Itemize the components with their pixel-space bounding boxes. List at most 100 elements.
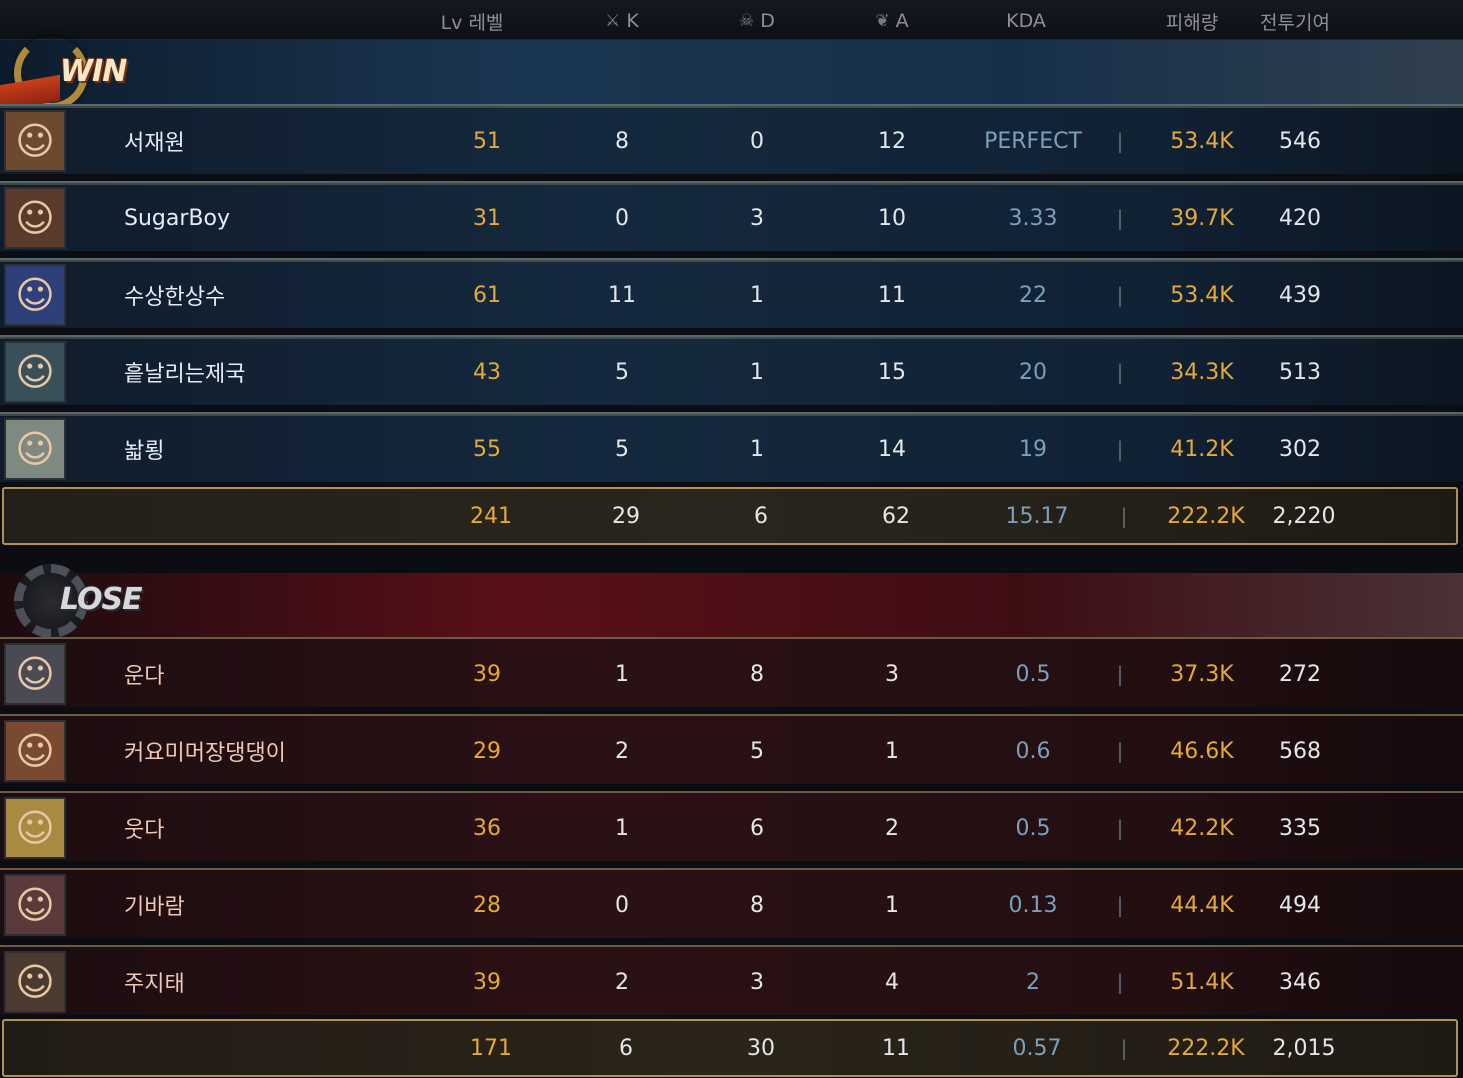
total-contribution: 2,220: [1272, 503, 1336, 529]
player-name: 흩날리는제국: [124, 362, 246, 387]
player-contribution: 568: [1279, 738, 1321, 764]
crossed-swords-icon: ⚔: [605, 11, 621, 31]
player-damage: 46.6K: [1170, 738, 1234, 764]
player-row[interactable]: ☺ 운다 39 1 8 3 0.5 | 37.3K 272: [0, 637, 1463, 707]
character-portrait-icon[interactable]: ☺: [4, 643, 66, 705]
column-separator: |: [1116, 893, 1124, 917]
player-row[interactable]: ☺ 흩날리는제국 43 5 1 15 20 | 34.3K 513: [0, 335, 1463, 405]
total-level: 171: [470, 1035, 512, 1061]
player-level: 39: [473, 969, 501, 995]
player-kda: 2: [1026, 969, 1040, 995]
player-assists: 11: [878, 282, 906, 308]
player-deaths: 3: [750, 969, 764, 995]
header-deaths: ☠ D: [739, 10, 775, 32]
column-separator: |: [1116, 970, 1124, 994]
player-name: 서재원: [124, 131, 185, 156]
player-assists: 14: [878, 436, 906, 462]
player-row[interactable]: ☺ SugarBoy 31 0 3 10 3.33 | 39.7K 420: [0, 181, 1463, 251]
player-assists: 1: [885, 892, 899, 918]
column-separator: |: [1116, 283, 1124, 307]
player-contribution: 546: [1279, 128, 1321, 154]
character-portrait-icon[interactable]: ☺: [4, 874, 66, 936]
character-portrait-icon[interactable]: ☺: [4, 187, 66, 249]
player-contribution: 272: [1279, 661, 1321, 687]
column-separator: |: [1116, 816, 1124, 840]
player-kills: 1: [615, 815, 629, 841]
player-contribution: 420: [1279, 205, 1321, 231]
column-separator: |: [1116, 206, 1124, 230]
player-damage: 51.4K: [1170, 969, 1234, 995]
player-kills: 5: [615, 359, 629, 385]
player-kda: 22: [1019, 282, 1047, 308]
player-contribution: 494: [1279, 892, 1321, 918]
player-row[interactable]: ☺ 놟룅 55 5 1 14 19 | 41.2K 302: [0, 412, 1463, 482]
total-kda: 15.17: [1005, 503, 1069, 529]
player-assists: 3: [885, 661, 899, 687]
player-row[interactable]: ☺ 주지태 39 2 3 4 2 | 51.4K 346: [0, 945, 1463, 1015]
total-deaths: 30: [747, 1035, 775, 1061]
column-separator: |: [1116, 129, 1124, 153]
total-assists: 11: [882, 1035, 910, 1061]
header-assists: ❦ A: [875, 10, 909, 32]
character-portrait-icon[interactable]: ☺: [4, 720, 66, 782]
scoreboard-header: Lv 레벨 ⚔ K ☠ D ❦ A KDA 피해량 전투기여: [0, 0, 1463, 40]
player-level: 28: [473, 892, 501, 918]
character-portrait-icon[interactable]: ☺: [4, 418, 66, 480]
handshake-icon: ❦: [875, 11, 890, 31]
player-kda: 19: [1019, 436, 1047, 462]
total-kda: 0.57: [1012, 1035, 1062, 1061]
player-name: 수상한상수: [124, 285, 226, 310]
player-name: 기바람: [124, 895, 185, 920]
player-deaths: 1: [750, 359, 764, 385]
lose-label: LOSE: [60, 582, 143, 617]
player-deaths: 5: [750, 738, 764, 764]
header-kda: KDA: [1006, 10, 1046, 32]
player-damage: 41.2K: [1170, 436, 1234, 462]
player-contribution: 302: [1279, 436, 1321, 462]
character-portrait-icon[interactable]: ☺: [4, 110, 66, 172]
player-kills: 0: [615, 892, 629, 918]
header-level: Lv 레벨: [440, 11, 504, 34]
player-kills: 8: [615, 128, 629, 154]
player-assists: 12: [878, 128, 906, 154]
player-kills: 0: [615, 205, 629, 231]
header-damage: 피해량: [1165, 11, 1219, 34]
column-separator: |: [1116, 360, 1124, 384]
player-level: 36: [473, 815, 501, 841]
player-kills: 1: [615, 661, 629, 687]
player-row[interactable]: ☺ 커요미머장댕댕이 29 2 5 1 0.6 | 46.6K 568: [0, 714, 1463, 784]
player-contribution: 335: [1279, 815, 1321, 841]
total-kills: 6: [619, 1035, 633, 1061]
total-kills: 29: [612, 503, 640, 529]
player-kda: PERFECT: [984, 128, 1082, 154]
character-portrait-icon[interactable]: ☺: [4, 951, 66, 1013]
character-portrait-icon[interactable]: ☺: [4, 264, 66, 326]
player-assists: 15: [878, 359, 906, 385]
player-row[interactable]: ☺ 수상한상수 61 11 1 11 22 | 53.4K 439: [0, 258, 1463, 328]
player-level: 39: [473, 661, 501, 687]
player-kda: 0.5: [1015, 661, 1051, 687]
player-name: 웃다: [124, 818, 165, 843]
player-name: 놟룅: [124, 439, 165, 464]
player-row[interactable]: ☺ 서재원 51 8 0 12 PERFECT | 53.4K 546: [0, 104, 1463, 174]
column-separator: |: [1120, 1036, 1128, 1060]
player-level: 51: [473, 128, 501, 154]
player-damage: 37.3K: [1170, 661, 1234, 687]
player-kda: 0.6: [1015, 738, 1051, 764]
player-row[interactable]: ☺ 기바람 28 0 8 1 0.13 | 44.4K 494: [0, 868, 1463, 938]
player-damage: 39.7K: [1170, 205, 1234, 231]
column-separator: |: [1116, 739, 1124, 763]
player-row[interactable]: ☺ 웃다 36 1 6 2 0.5 | 42.2K 335: [0, 791, 1463, 861]
player-assists: 10: [878, 205, 906, 231]
skull-icon: ☠: [739, 11, 755, 31]
player-name: 운다: [124, 664, 165, 689]
character-portrait-icon[interactable]: ☺: [4, 341, 66, 403]
player-assists: 1: [885, 738, 899, 764]
total-assists: 62: [882, 503, 910, 529]
header-contribution: 전투기여: [1260, 11, 1330, 34]
header-kills: ⚔ K: [605, 10, 639, 32]
total-contribution: 2,015: [1272, 1035, 1336, 1061]
player-assists: 4: [885, 969, 899, 995]
player-deaths: 1: [750, 436, 764, 462]
character-portrait-icon[interactable]: ☺: [4, 797, 66, 859]
